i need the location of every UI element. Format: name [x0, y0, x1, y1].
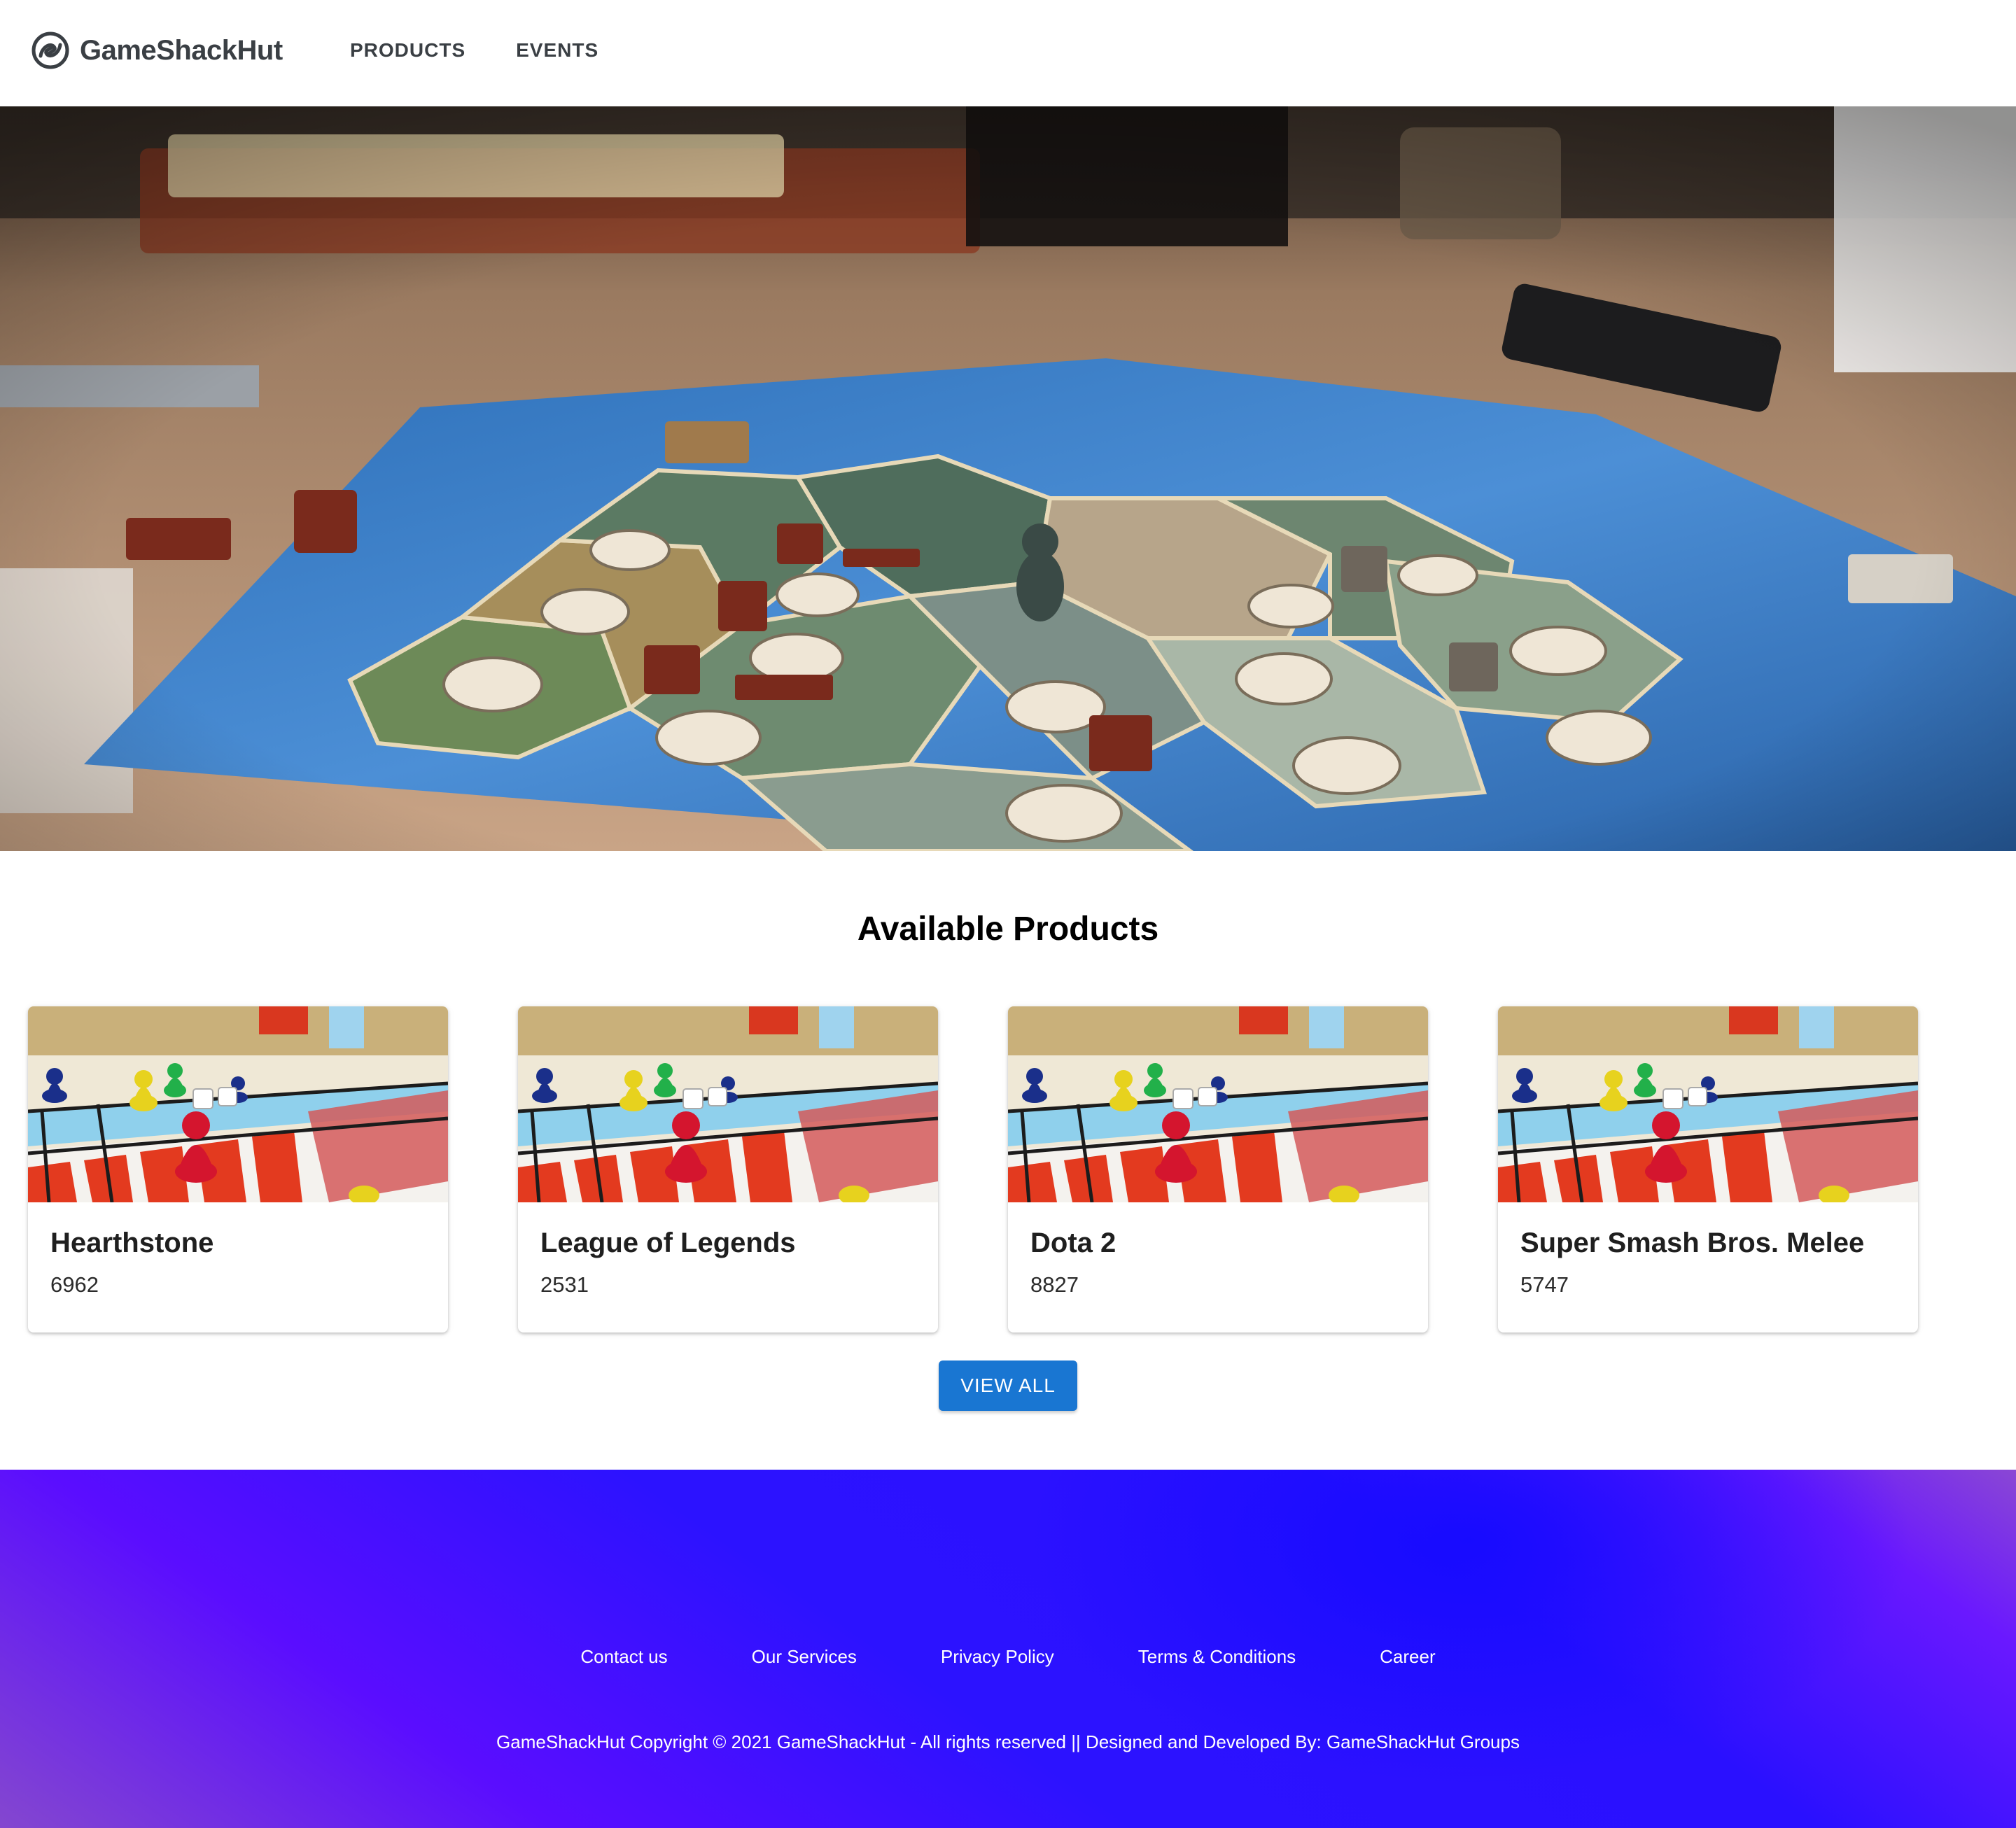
copyright-text: GameShackHut Copyright © 2021 GameShackH…	[496, 1731, 1520, 1752]
nav-events[interactable]: EVENTS	[516, 39, 598, 62]
product-card-grid: Hearthstone 6962 League of Legends 2531 …	[28, 1006, 1988, 1334]
product-card[interactable]: Hearthstone 6962	[28, 1006, 448, 1333]
ludo-board-image	[28, 1006, 448, 1202]
top-app-bar: GameShackHut PRODUCTS EVENTS	[0, 0, 2016, 106]
product-card[interactable]: Super Smash Bros. Melee 5747	[1498, 1006, 1918, 1333]
footer-link-privacy[interactable]: Privacy Policy	[941, 1646, 1054, 1668]
product-card[interactable]: Dota 2 8827	[1008, 1006, 1428, 1333]
product-value: 6962	[50, 1272, 99, 1297]
product-card[interactable]: League of Legends 2531	[518, 1006, 938, 1333]
ludo-board-image	[1008, 1006, 1428, 1202]
product-value: 2531	[540, 1272, 589, 1297]
footer-links: Contact us Our Services Privacy Policy T…	[0, 1646, 2016, 1668]
footer-link-services[interactable]: Our Services	[752, 1646, 857, 1668]
product-title: Dota 2	[1030, 1228, 1116, 1258]
board-game-hero-image	[0, 106, 2016, 851]
brand-name: GameShackHut	[80, 34, 283, 66]
product-title: Hearthstone	[50, 1228, 214, 1258]
main-nav: PRODUCTS EVENTS	[350, 39, 598, 62]
ludo-board-image	[518, 1006, 938, 1202]
product-title: League of Legends	[540, 1228, 796, 1258]
footer-link-terms[interactable]: Terms & Conditions	[1138, 1646, 1296, 1668]
hero-banner	[0, 106, 2016, 851]
product-value: 5747	[1520, 1272, 1569, 1297]
brand-swirl-icon	[31, 31, 69, 69]
ludo-board-image	[1498, 1006, 1918, 1202]
brand[interactable]: GameShackHut	[31, 31, 283, 70]
site-footer: Contact us Our Services Privacy Policy T…	[0, 1470, 2016, 1828]
footer-link-contact[interactable]: Contact us	[580, 1646, 667, 1668]
footer-link-career[interactable]: Career	[1380, 1646, 1435, 1668]
nav-products[interactable]: PRODUCTS	[350, 39, 465, 62]
view-all-button[interactable]: VIEW ALL	[939, 1361, 1077, 1411]
product-title: Super Smash Bros. Melee	[1520, 1228, 1865, 1258]
product-value: 8827	[1030, 1272, 1079, 1297]
available-products-heading: Available Products	[857, 911, 1159, 948]
